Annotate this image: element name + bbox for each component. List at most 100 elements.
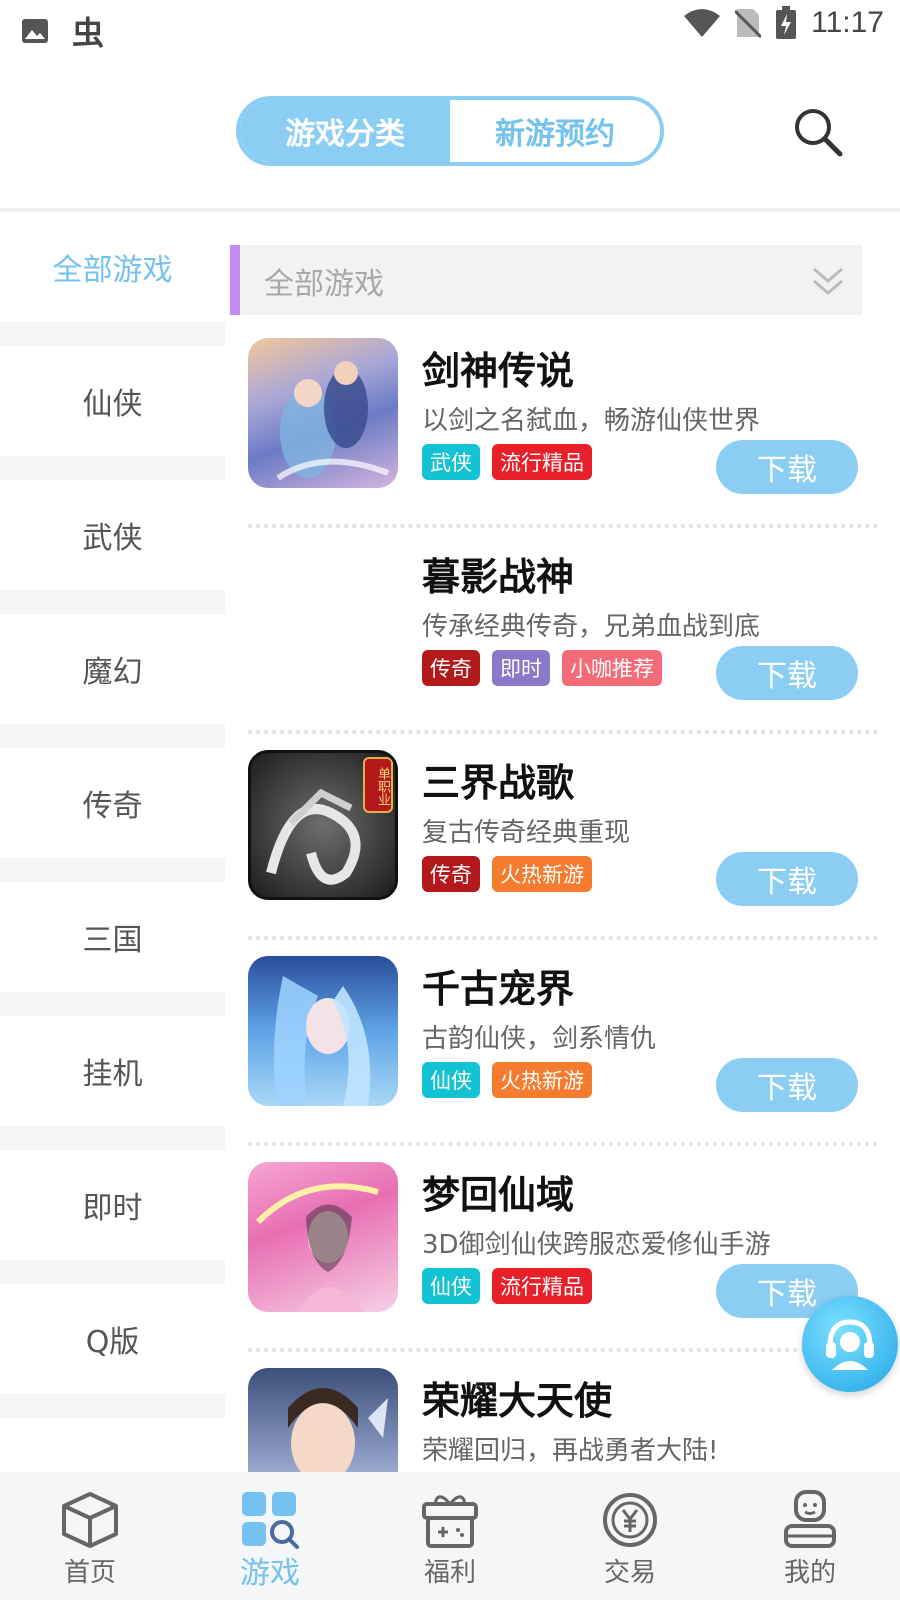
sidebar-item-wuxia[interactable]: 武侠 bbox=[0, 480, 225, 590]
battery-icon bbox=[776, 6, 797, 39]
status-time: 11:17 bbox=[811, 6, 884, 39]
double-chevron-down-icon bbox=[813, 267, 843, 295]
sidebar-item-legend[interactable]: 传奇 bbox=[0, 748, 225, 858]
sidebar-divider bbox=[0, 590, 225, 614]
game-tags: 武侠 流行精品 bbox=[422, 444, 592, 480]
game-icon-image bbox=[248, 956, 398, 1106]
game-title: 梦回仙域 bbox=[422, 1173, 575, 1217]
download-button[interactable]: 下载 bbox=[716, 440, 858, 494]
sidebar-item-three-kingdoms[interactable]: 三国 bbox=[0, 882, 225, 992]
tab-game-categories[interactable]: 游戏分类 bbox=[240, 100, 450, 162]
bottom-navigation: 首页 游戏 福利 交易 我的 bbox=[0, 1472, 900, 1600]
tab-new-game-reservations[interactable]: 新游预约 bbox=[450, 100, 660, 162]
sidebar-item-fantasy[interactable]: 魔幻 bbox=[0, 614, 225, 724]
sidebar-item-xianxia[interactable]: 仙侠 bbox=[0, 346, 225, 456]
nav-welfare[interactable]: 福利 bbox=[360, 1472, 540, 1600]
tag-badge: 仙侠 bbox=[422, 1268, 480, 1304]
nav-trade[interactable]: 交易 bbox=[540, 1472, 720, 1600]
tag-badge: 小咖推荐 bbox=[562, 650, 662, 686]
profile-icon bbox=[784, 1490, 836, 1548]
sidebar-divider bbox=[0, 456, 225, 480]
game-icon-image bbox=[248, 1368, 398, 1472]
game-description: 以剑之名弑血，畅游仙侠世界 bbox=[422, 406, 761, 436]
sidebar-item-idle[interactable]: 挂机 bbox=[0, 1016, 225, 1126]
box-icon bbox=[62, 1492, 118, 1548]
category-sidebar: 全部游戏 仙侠 武侠 魔幻 传奇 三国 挂机 即时 Q版 bbox=[0, 212, 225, 1472]
tag-badge: 火热新游 bbox=[492, 856, 592, 892]
game-tags: 传奇 火热新游 bbox=[422, 856, 592, 892]
sidebar-divider bbox=[0, 322, 225, 346]
game-title: 千古宠界 bbox=[422, 967, 575, 1011]
tag-badge: 流行精品 bbox=[492, 1268, 592, 1304]
sidebar-divider bbox=[0, 1260, 225, 1284]
game-list: 剑神传说 以剑之名弑血，畅游仙侠世界 武侠 流行精品 下载 暮影战神 传承经典传… bbox=[230, 318, 880, 1472]
filter-label: 全部游戏 bbox=[264, 267, 384, 302]
sidebar-divider bbox=[0, 1126, 225, 1150]
tag-badge: 武侠 bbox=[422, 444, 480, 480]
filter-dropdown[interactable]: 全部游戏 bbox=[230, 245, 862, 315]
nav-label: 福利 bbox=[423, 1558, 476, 1588]
customer-support-button[interactable] bbox=[802, 1296, 898, 1392]
tag-badge: 仙侠 bbox=[422, 1062, 480, 1098]
tag-badge: 传奇 bbox=[422, 650, 480, 686]
nav-label: 交易 bbox=[603, 1558, 656, 1588]
game-item-5[interactable]: 梦回仙域 3D御剑仙侠跨服恋爱修仙手游 仙侠 流行精品 下载 bbox=[230, 1142, 880, 1352]
nav-label: 游戏 bbox=[240, 1556, 300, 1591]
sidebar-item-all-games[interactable]: 全部游戏 bbox=[0, 212, 225, 322]
sidebar-divider bbox=[0, 992, 225, 1016]
game-item-1[interactable]: 剑神传说 以剑之名弑血，畅游仙侠世界 武侠 流行精品 下载 bbox=[230, 318, 880, 528]
game-tags: 传奇 即时 小咖推荐 bbox=[422, 650, 662, 686]
app-notification-glyph: 虫 bbox=[72, 14, 105, 52]
game-title: 剑神传说 bbox=[422, 349, 575, 393]
download-button[interactable]: 下载 bbox=[716, 646, 858, 700]
tag-badge: 即时 bbox=[492, 650, 550, 686]
headset-support-icon bbox=[826, 1319, 874, 1370]
game-item-3[interactable]: 单职业 三界战歌 复古传奇经典重现 传奇 火热新游 下载 bbox=[230, 730, 880, 940]
nav-profile[interactable]: 我的 bbox=[720, 1472, 900, 1600]
top-header: 游戏分类 新游预约 bbox=[0, 50, 900, 210]
game-item-6[interactable]: 荣耀大天使 荣耀回归，再战勇者大陆! bbox=[230, 1348, 880, 1472]
game-item-2[interactable]: 暮影战神 传承经典传奇，兄弟血战到底 传奇 即时 小咖推荐 下载 bbox=[230, 524, 880, 734]
search-icon[interactable] bbox=[790, 104, 846, 160]
game-description: 荣耀回归，再战勇者大陆! bbox=[422, 1436, 719, 1466]
game-icon-image bbox=[248, 544, 398, 694]
yuan-icon bbox=[603, 1493, 657, 1547]
category-tab-switch: 游戏分类 新游预约 bbox=[236, 96, 664, 166]
tag-badge: 火热新游 bbox=[492, 1062, 592, 1098]
game-item-4[interactable]: 千古宠界 古韵仙侠，剑系情仇 仙侠 火热新游 下载 bbox=[230, 936, 880, 1146]
download-button[interactable]: 下载 bbox=[716, 852, 858, 906]
game-description: 复古传奇经典重现 bbox=[422, 818, 631, 848]
game-tags: 仙侠 流行精品 bbox=[422, 1268, 592, 1304]
filter-accent-bar bbox=[230, 245, 240, 315]
game-icon-image bbox=[248, 338, 398, 488]
nav-label: 首页 bbox=[63, 1558, 116, 1588]
image-notification-icon bbox=[22, 19, 48, 43]
game-description: 传承经典传奇，兄弟血战到底 bbox=[422, 612, 761, 642]
status-bar: 虫 11:17 bbox=[0, 0, 900, 52]
sidebar-divider bbox=[0, 724, 225, 748]
gift-icon bbox=[422, 1495, 478, 1548]
game-description: 古韵仙侠，剑系情仇 bbox=[422, 1024, 657, 1054]
wifi-icon bbox=[684, 9, 721, 37]
game-description: 3D御剑仙侠跨服恋爱修仙手游 bbox=[422, 1230, 771, 1260]
single-class-badge: 单职业 bbox=[363, 757, 393, 813]
game-icon-image: 单职业 bbox=[248, 750, 398, 900]
sidebar-item-q-style[interactable]: Q版 bbox=[0, 1284, 225, 1394]
nav-home[interactable]: 首页 bbox=[0, 1472, 180, 1600]
game-title: 荣耀大天使 bbox=[422, 1379, 613, 1423]
games-icon bbox=[242, 1492, 299, 1549]
status-left: 虫 bbox=[20, 8, 104, 54]
game-icon-image bbox=[248, 1162, 398, 1312]
game-title: 三界战歌 bbox=[422, 761, 575, 805]
tag-badge: 流行精品 bbox=[492, 444, 592, 480]
game-title: 暮影战神 bbox=[422, 555, 575, 599]
sidebar-divider bbox=[0, 1394, 225, 1418]
download-button[interactable]: 下载 bbox=[716, 1058, 858, 1112]
tag-badge: 传奇 bbox=[422, 856, 480, 892]
sidebar-item-realtime[interactable]: 即时 bbox=[0, 1150, 225, 1260]
nav-games[interactable]: 游戏 bbox=[180, 1472, 360, 1600]
nav-label: 我的 bbox=[783, 1558, 836, 1588]
status-right: 11:17 bbox=[683, 6, 884, 40]
sidebar-divider bbox=[0, 858, 225, 882]
no-sim-icon bbox=[735, 9, 762, 39]
